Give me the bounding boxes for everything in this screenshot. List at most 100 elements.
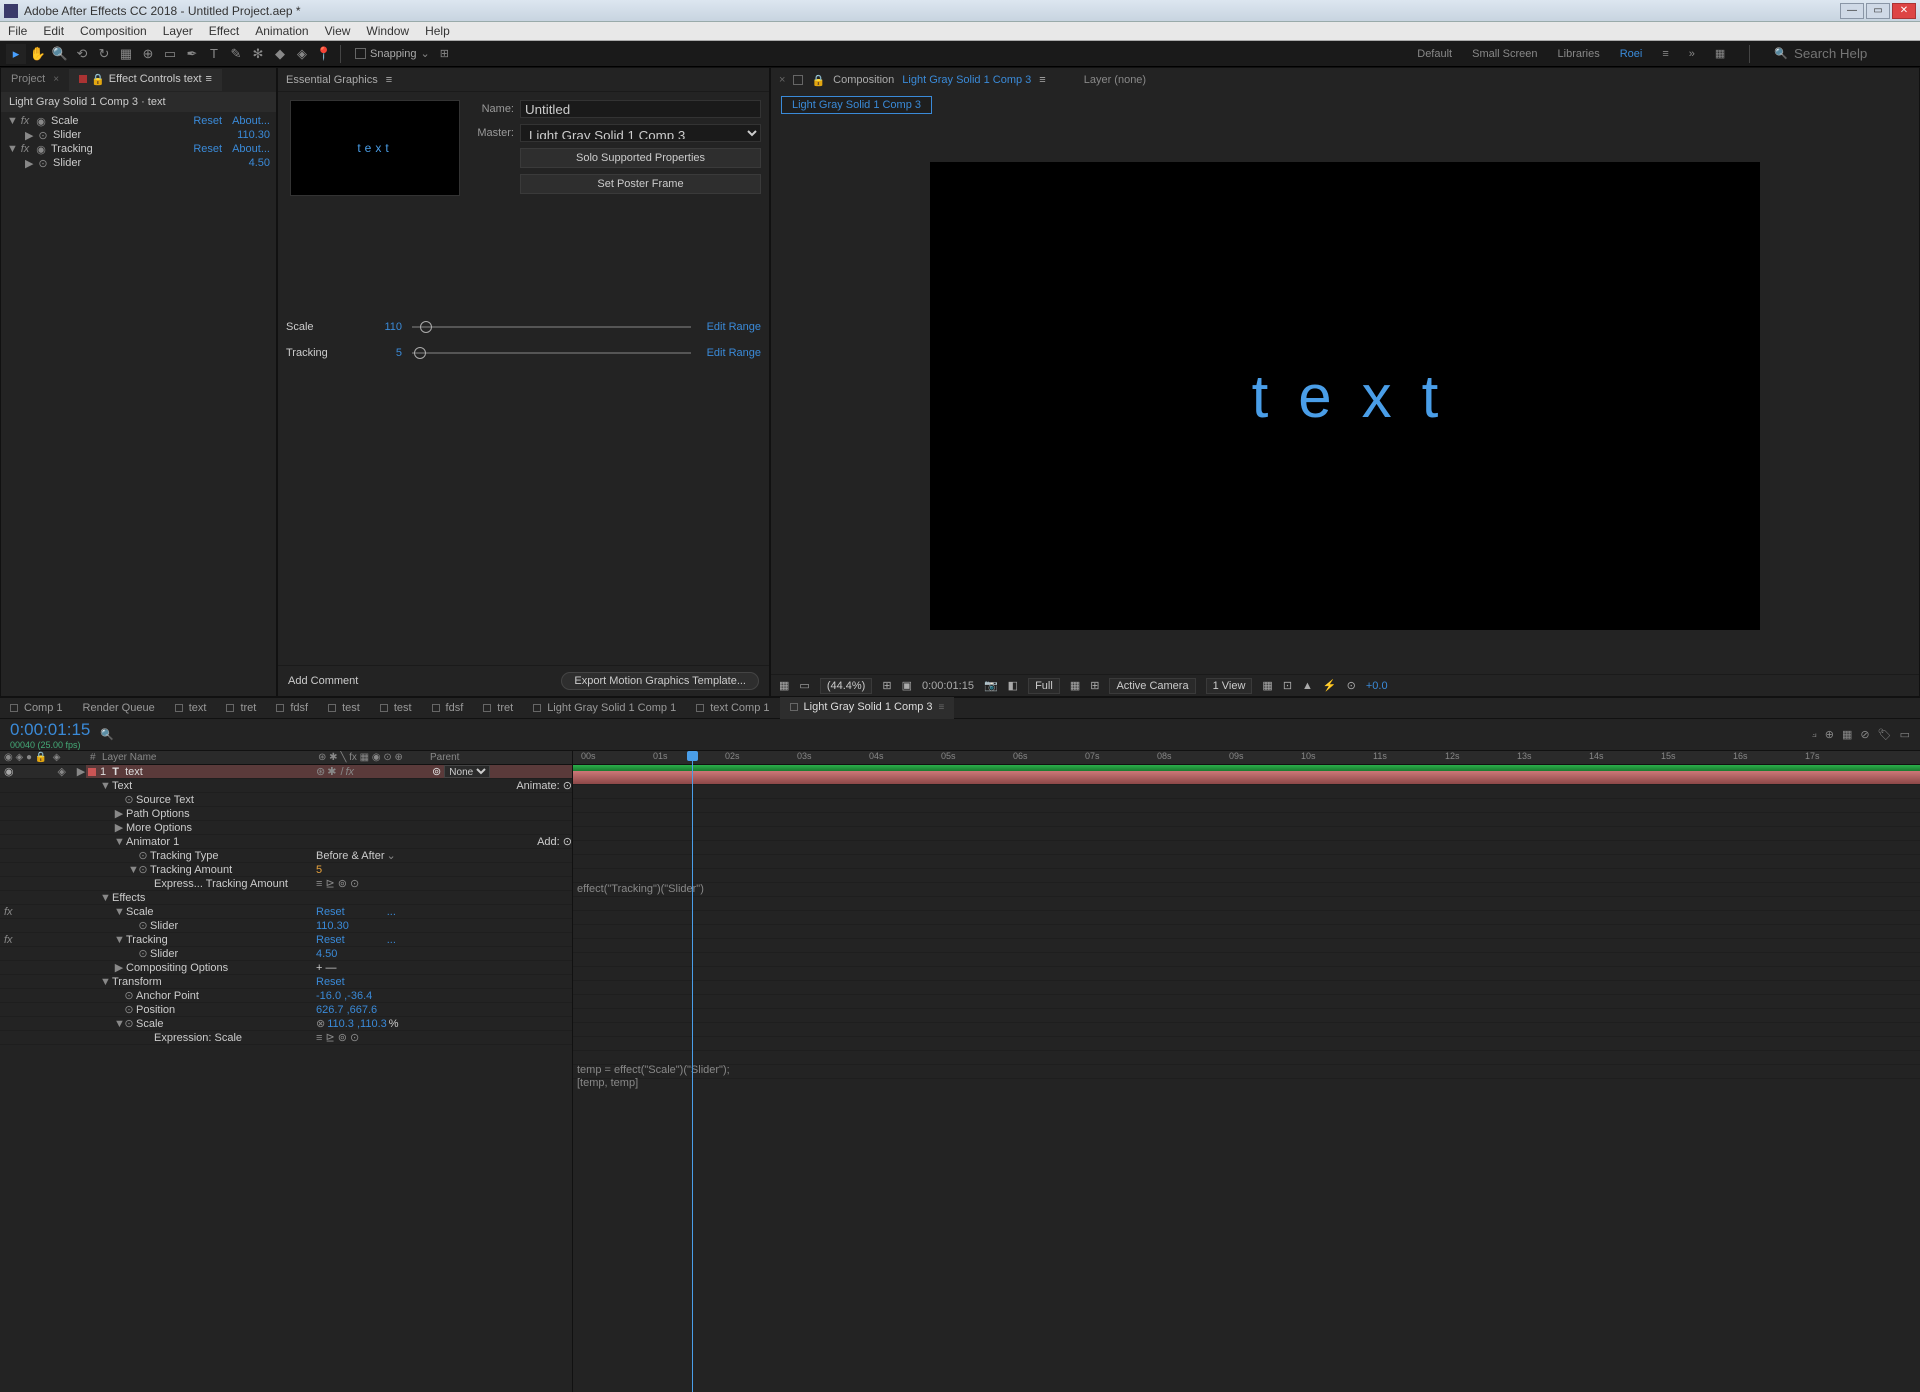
tl-icon[interactable]: ⊘ [1860, 728, 1869, 741]
property-row[interactable]: ⊙Slider4.50 [0, 947, 572, 961]
edit-range-link[interactable]: Edit Range [701, 321, 761, 333]
resolution-select[interactable]: Full [1028, 678, 1060, 694]
time-display[interactable]: 0:00:01:15 [922, 680, 974, 692]
workspace-menu-icon[interactable]: ≡ [1662, 48, 1668, 60]
close-button[interactable]: ✕ [1892, 3, 1916, 19]
slider-value[interactable]: 5 [366, 347, 402, 359]
playhead[interactable] [692, 751, 693, 1392]
twirl-icon[interactable]: ▼ [7, 115, 15, 127]
tab-effect-controls[interactable]: 🔒 Effect Controls text ≡ [69, 69, 222, 91]
property-row[interactable]: Express... Tracking Amount≡ ⊵ ⊚ ⊙ [0, 877, 572, 891]
timeline-tab[interactable]: Render Queue [73, 697, 165, 719]
lock-icon[interactable]: 🔒 [811, 74, 825, 87]
fast-icon[interactable]: ⚡ [1323, 679, 1337, 692]
poster-button[interactable]: Set Poster Frame [520, 174, 761, 194]
render-icon[interactable]: ⊡ [1283, 679, 1292, 692]
property-row[interactable]: ▶Compositing Options+ — [0, 961, 572, 975]
slider-thumb[interactable] [414, 347, 426, 359]
sync-icon[interactable]: ▦ [1715, 47, 1725, 60]
pixel-icon[interactable]: ▲ [1302, 680, 1313, 692]
export-template-button[interactable]: Export Motion Graphics Template... [561, 672, 759, 690]
camera-select[interactable]: Active Camera [1109, 678, 1195, 694]
property-row[interactable]: ⊙Tracking TypeBefore & After ⌄ [0, 849, 572, 863]
menu-view[interactable]: View [325, 24, 351, 38]
slider-value[interactable]: 110.30 [237, 129, 270, 141]
mask-icon[interactable]: ▣ [902, 679, 912, 692]
views-select[interactable]: 1 View [1206, 678, 1253, 694]
property-row[interactable]: ▼TextAnimate: ⊙ [0, 779, 572, 793]
add-comment-link[interactable]: Add Comment [288, 675, 358, 687]
anchor-tool[interactable]: ⊕ [138, 44, 158, 64]
zoom-tool[interactable]: 🔍 [50, 44, 70, 64]
property-row[interactable]: ▶More Options [0, 821, 572, 835]
tl-icon[interactable]: ⟓ [1812, 728, 1817, 741]
property-row[interactable]: ▼Effects [0, 891, 572, 905]
property-row[interactable]: fx▼ScaleReset... [0, 905, 572, 919]
timeline-tab[interactable]: text [165, 697, 217, 719]
brush-tool[interactable]: ✎ [226, 44, 246, 64]
puppet-tool[interactable]: 📍 [314, 44, 334, 64]
edit-range-link[interactable]: Edit Range [701, 347, 761, 359]
orbit-tool[interactable]: ⟲ [72, 44, 92, 64]
search-icon[interactable]: 🔍 [100, 728, 114, 741]
alpha-icon[interactable]: ▦ [779, 679, 789, 692]
twirl-icon[interactable]: ▶ [25, 129, 33, 142]
name-input[interactable] [520, 100, 761, 118]
maximize-button[interactable]: ▭ [1866, 3, 1890, 19]
timeline-tab[interactable]: Comp 1 [0, 697, 73, 719]
channel-icon[interactable]: ▭ [799, 679, 809, 692]
menu-window[interactable]: Window [366, 24, 409, 38]
about-link[interactable]: About... [232, 143, 270, 155]
toggle-icon[interactable] [793, 75, 803, 85]
comp-name-link[interactable]: Light Gray Solid 1 Comp 3 [902, 74, 1031, 86]
timeline-tab[interactable]: test [318, 697, 370, 719]
menu-composition[interactable]: Composition [80, 24, 147, 38]
solo-button[interactable]: Solo Supported Properties [520, 148, 761, 168]
panel-menu-icon[interactable]: ≡ [386, 74, 392, 86]
rect-tool[interactable]: ▭ [160, 44, 180, 64]
property-row[interactable]: ⊙Anchor Point-16.0 ,-36.4 [0, 989, 572, 1003]
about-link[interactable]: About... [232, 115, 270, 127]
property-row[interactable]: ▼Animator 1Add: ⊙ [0, 835, 572, 849]
tl-icon[interactable]: 🏷 [1878, 728, 1892, 741]
selection-tool[interactable]: ▸ [6, 44, 26, 64]
panel-menu-icon[interactable]: ≡ [1039, 74, 1045, 86]
property-row[interactable]: ⊙Position626.7 ,667.6 [0, 1003, 572, 1017]
slider-thumb[interactable] [420, 321, 432, 333]
layer-row[interactable]: ◉◈▶ 1 T text ⊛✱/fx ⊚ None [0, 765, 572, 779]
grid-icon[interactable]: ⊞ [1090, 679, 1099, 692]
snapping-toggle[interactable]: Snapping ⌄ ⊞ [355, 47, 449, 60]
stopwatch-icon[interactable]: ⊙ [37, 129, 49, 142]
property-row[interactable]: ▼TransformReset [0, 975, 572, 989]
current-time[interactable]: 0:00:01:15 [10, 720, 90, 740]
slider-track[interactable] [412, 352, 691, 354]
workspace-small[interactable]: Small Screen [1472, 48, 1537, 60]
timeline-tab[interactable]: test [370, 697, 422, 719]
type-tool[interactable]: T [204, 44, 224, 64]
snapshot-icon[interactable]: 📷 [984, 679, 998, 692]
property-row[interactable]: fx▼TrackingReset... [0, 933, 572, 947]
composition-viewer[interactable]: text [930, 162, 1760, 630]
timeline-tab[interactable]: fdsf [422, 697, 474, 719]
workspace-active[interactable]: Roei [1620, 48, 1643, 60]
master-select[interactable]: Light Gray Solid 1 Comp 3 [520, 124, 761, 142]
zoom-select[interactable]: (44.4%) [820, 678, 873, 694]
search-input[interactable] [1794, 46, 1914, 61]
property-row[interactable]: ⊙Source Text [0, 793, 572, 807]
eye-icon[interactable]: ◉ [35, 143, 47, 156]
3d-icon[interactable]: ▦ [1262, 679, 1272, 692]
timeline-tab[interactable]: text Comp 1 [686, 697, 779, 719]
tl-icon[interactable]: ▭ [1900, 728, 1910, 741]
timeline-tab[interactable]: fdsf [266, 697, 318, 719]
res-icon[interactable]: ⊞ [882, 679, 891, 692]
property-row[interactable]: ⊙Slider110.30 [0, 919, 572, 933]
eraser-tool[interactable]: ◆ [270, 44, 290, 64]
workspace-default[interactable]: Default [1417, 48, 1452, 60]
camera-tool[interactable]: ▦ [116, 44, 136, 64]
stopwatch-icon[interactable]: ⊙ [37, 157, 49, 170]
slider-track[interactable] [412, 326, 691, 328]
exposure-reset-icon[interactable]: ⊙ [1347, 679, 1356, 692]
reset-link[interactable]: Reset [193, 115, 222, 127]
property-row[interactable]: Expression: Scale≡ ⊵ ⊚ ⊙ [0, 1031, 572, 1045]
workspace-chevron-icon[interactable]: » [1689, 48, 1695, 60]
